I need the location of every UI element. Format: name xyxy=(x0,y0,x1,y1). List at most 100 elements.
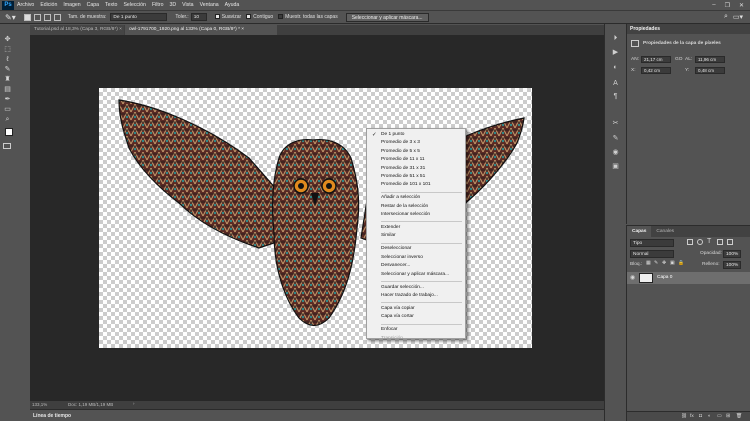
tolerance-input[interactable]: 10 xyxy=(190,13,207,21)
timeline-label[interactable]: Línea de tiempo xyxy=(33,413,71,419)
menu-item-point-sample[interactable]: ✓ De 1 punto xyxy=(367,131,465,139)
menu-item-select-inverse[interactable]: Seleccionar inverso xyxy=(367,254,465,262)
fx-icon[interactable]: fx xyxy=(690,414,694,419)
x-field[interactable]: 0,42 cm xyxy=(641,67,671,74)
menu-item-avg-5[interactable]: Promedio de 5 x 5 xyxy=(367,148,465,156)
layer-name[interactable]: Capa 0 xyxy=(657,275,672,280)
trash-icon[interactable]: 🗑 xyxy=(736,414,742,419)
menu-item-avg-31[interactable]: Promedio de 31 x 31 xyxy=(367,165,465,173)
menu-item-make-work-path[interactable]: Hacer trazado de trabajo... xyxy=(367,292,465,300)
menu-item-similar[interactable]: Similar xyxy=(367,232,465,240)
foreground-color-swatch[interactable] xyxy=(5,128,13,136)
menu-item-deselect[interactable]: Deseleccionar xyxy=(367,245,465,253)
lock-all-icon[interactable]: 🔒 xyxy=(678,261,684,266)
menu-item-subtract-selection[interactable]: Restar de la selección xyxy=(367,203,465,211)
menu-ayuda[interactable]: Ayuda xyxy=(225,2,240,8)
filter-smart-icon[interactable] xyxy=(727,239,733,245)
menu-item-intersect-selection[interactable]: Intersecionar selección xyxy=(367,211,465,219)
menu-item-avg-51[interactable]: Promedio de 51 x 51 xyxy=(367,173,465,181)
minimize-button[interactable]: – xyxy=(712,2,715,9)
lock-position-icon[interactable]: ✥ xyxy=(662,261,666,266)
stamp-tool-icon[interactable]: ♜ xyxy=(3,76,12,84)
menu-3d[interactable]: 3D xyxy=(169,2,176,8)
filter-shape-icon[interactable] xyxy=(717,239,723,245)
intersect-selection-icon[interactable] xyxy=(53,13,61,21)
menu-item-layer-via-copy[interactable]: Capa vía copiar xyxy=(367,305,465,313)
link-layers-icon[interactable]: ⛓ xyxy=(681,414,687,419)
add-mask-icon[interactable]: ◘ xyxy=(699,414,702,419)
menu-item-select-and-mask[interactable]: Seleccionar y aplicar máscara... xyxy=(367,271,465,279)
width-field[interactable]: 21,17 cm xyxy=(641,56,671,63)
contiguous-checkbox[interactable]: Contiguo xyxy=(246,14,273,20)
lock-pixels-icon[interactable]: ✎ xyxy=(654,261,658,266)
height-field[interactable]: 11,96 cm xyxy=(695,56,725,63)
tab-owl[interactable]: owl-1791700_1920.png al 133% (Capa 0, RG… xyxy=(125,25,277,35)
quick-mask-icon[interactable] xyxy=(3,143,11,149)
antialias-checkbox[interactable]: Suavizar xyxy=(214,14,241,20)
chevron-right-icon[interactable]: › xyxy=(133,401,135,406)
sample-size-select[interactable]: De 1 punto xyxy=(110,13,168,21)
filter-pixel-icon[interactable] xyxy=(687,239,693,245)
opacity-field[interactable]: 100% xyxy=(723,250,741,258)
menu-item-avg-101[interactable]: Promedio de 101 x 101 xyxy=(367,181,465,189)
character-icon[interactable]: A xyxy=(611,79,620,88)
history-icon[interactable]: ⏵ xyxy=(611,34,620,43)
image-canvas[interactable] xyxy=(99,88,532,348)
workspace-icon[interactable]: ▭▾ xyxy=(733,13,743,21)
zoom-level[interactable]: 133,1% xyxy=(32,402,47,407)
eyedropper-tool-icon[interactable]: ✎▾ xyxy=(5,13,16,22)
lock-artboard-icon[interactable]: ▣ xyxy=(670,261,675,266)
subtract-selection-icon[interactable] xyxy=(43,13,51,21)
y-field[interactable]: 0,48 cm xyxy=(695,67,725,74)
layer-filter-select[interactable]: Tipo xyxy=(630,239,674,247)
menu-archivo[interactable]: Archivo xyxy=(17,2,34,8)
blend-mode-select[interactable]: Normal xyxy=(630,250,674,258)
sample-all-layers-checkbox[interactable]: Muestr. todas las capas xyxy=(278,14,338,20)
menu-edicion[interactable]: Edición xyxy=(40,2,57,8)
menu-item-feather[interactable]: Desvanecer... xyxy=(367,262,465,270)
gradient-tool-icon[interactable]: ▤ xyxy=(3,86,12,94)
menu-ventana[interactable]: Ventana xyxy=(200,2,219,8)
brush-tool-icon[interactable]: ✎ xyxy=(3,66,12,74)
paragraph-icon[interactable]: ¶ xyxy=(611,92,620,101)
visibility-eye-icon[interactable]: ◉ xyxy=(630,274,635,281)
menu-item-avg-3[interactable]: Promedio de 3 x 3 xyxy=(367,139,465,147)
search-icon[interactable]: ⌕ xyxy=(724,13,728,21)
new-group-icon[interactable]: ▭ xyxy=(717,414,722,419)
adjust-icon[interactable]: ◐ xyxy=(611,63,620,72)
filter-adjust-icon[interactable] xyxy=(697,239,703,245)
menu-item-sharpen[interactable]: Enfocar xyxy=(367,326,465,334)
menu-seleccion[interactable]: Selección xyxy=(123,2,146,8)
tools-icon[interactable]: ✂ xyxy=(611,119,620,128)
lasso-tool-icon[interactable]: ℓ xyxy=(3,56,12,64)
properties-title[interactable]: Propiedades xyxy=(627,24,750,34)
marquee-tool-icon[interactable]: ⬚ xyxy=(3,46,12,54)
pen-tool-icon[interactable]: ✒ xyxy=(3,96,12,104)
menu-texto[interactable]: Texto xyxy=(105,2,117,8)
menu-capa[interactable]: Capa xyxy=(87,2,99,8)
close-button[interactable]: ✕ xyxy=(739,2,744,9)
menu-item-save-selection[interactable]: Guardar selección... xyxy=(367,284,465,292)
adjustment-layer-icon[interactable]: ◐ xyxy=(708,414,711,419)
menu-item-add-selection[interactable]: Añadir a selección xyxy=(367,194,465,202)
menu-filtro[interactable]: Filtro xyxy=(152,2,164,8)
new-selection-icon[interactable] xyxy=(23,13,31,21)
clone-source-icon[interactable]: ▣ xyxy=(611,162,620,171)
filter-type-icon[interactable]: T xyxy=(707,238,711,245)
menu-item-layer-via-cut[interactable]: Capa vía cortar xyxy=(367,313,465,321)
actions-icon[interactable]: ▶ xyxy=(611,48,620,57)
fill-field[interactable]: 100% xyxy=(723,261,741,269)
tab-tutorial[interactable]: Tutorial.psd al 18,3% (Capa 3, RGB/8*) × xyxy=(30,25,124,35)
restore-button[interactable]: ❐ xyxy=(725,2,730,9)
lock-transparent-icon[interactable]: ▦ xyxy=(646,261,651,266)
menu-vista[interactable]: Vista xyxy=(182,2,193,8)
add-selection-icon[interactable] xyxy=(33,13,41,21)
menu-imagen[interactable]: Imagen xyxy=(63,2,80,8)
link-label[interactable]: GO xyxy=(675,57,682,62)
tab-layers[interactable]: Capas xyxy=(627,226,652,237)
new-layer-icon[interactable]: ⊞ xyxy=(726,414,730,419)
move-tool-icon[interactable]: ✥ xyxy=(3,36,12,44)
zoom-tool-icon[interactable]: ⌕ xyxy=(3,116,12,124)
brush-settings-icon[interactable]: ✎ xyxy=(611,134,620,143)
libraries-icon[interactable]: ◉ xyxy=(611,148,620,157)
